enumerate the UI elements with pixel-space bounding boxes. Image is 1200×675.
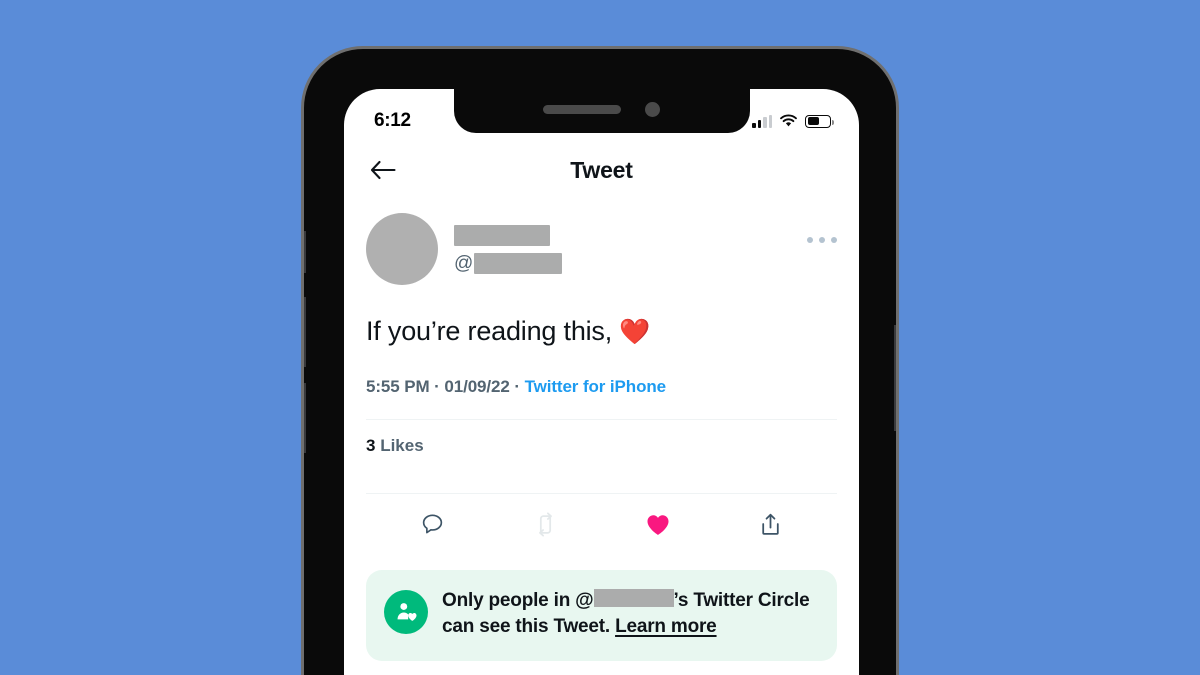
status-bar-time: 6:12 — [374, 110, 411, 131]
likes-summary[interactable]: 3 Likes — [366, 420, 837, 471]
front-camera-icon — [645, 101, 660, 117]
iphone-device-frame: 6:12 Tweet @ If you’re reading this, ❤️ … — [301, 46, 899, 675]
heart-filled-icon — [647, 515, 669, 535]
signal-bars-icon — [752, 114, 772, 128]
back-arrow-icon — [370, 160, 396, 180]
battery-icon — [805, 114, 834, 128]
page-title: Tweet — [570, 156, 633, 183]
share-icon — [762, 514, 779, 536]
tweet-detail-content: @ If you’re reading this, ❤️ 5:55 PM · 0… — [344, 201, 859, 675]
display-name-redacted — [454, 224, 550, 246]
status-bar-icons — [752, 114, 834, 128]
back-button[interactable] — [366, 153, 400, 187]
reply-button[interactable] — [412, 508, 452, 542]
tweet-metadata: 5:55 PM · 01/09/22 · Twitter for iPhone — [366, 377, 837, 397]
tweet-actions-row — [366, 494, 837, 556]
avatar[interactable] — [366, 213, 438, 285]
device-notch — [453, 89, 750, 133]
handle-redacted — [474, 252, 563, 274]
author-identity: @ — [454, 224, 563, 274]
learn-more-link[interactable]: Learn more — [615, 616, 717, 637]
circle-text-part-1: Only people in @ — [442, 589, 594, 611]
tweet-source-link[interactable]: Twitter for iPhone — [525, 377, 667, 396]
circle-handle-redacted — [593, 588, 674, 607]
tweet-author-row: @ — [366, 201, 837, 285]
silent-switch[interactable] — [304, 231, 306, 273]
likes-count: 3 — [366, 435, 376, 455]
meta-separator-2: · — [509, 376, 525, 396]
volume-up-button[interactable] — [304, 297, 306, 367]
likes-label: Likes — [380, 435, 424, 455]
power-button[interactable] — [894, 325, 896, 431]
tweet-text: If you’re reading this, ❤️ — [366, 315, 837, 349]
tweet-text-content: If you’re reading this, — [366, 316, 620, 346]
meta-separator-1: · — [429, 376, 445, 396]
twitter-circle-banner: Only people in @’s Twitter Circle can se… — [366, 569, 837, 661]
twitter-circle-icon — [384, 589, 428, 634]
tweet-date: 01/09/22 — [444, 376, 510, 396]
more-options-icon[interactable] — [807, 237, 837, 243]
navigation-header: Tweet — [344, 139, 859, 201]
like-button[interactable] — [638, 508, 678, 542]
phone-screen: 6:12 Tweet @ If you’re reading this, ❤️ … — [344, 89, 859, 675]
circle-banner-text: Only people in @’s Twitter Circle can se… — [442, 588, 819, 641]
retweet-icon — [538, 512, 552, 537]
volume-down-button[interactable] — [304, 383, 306, 453]
wifi-icon — [780, 114, 797, 127]
handle-line: @ — [454, 252, 563, 274]
tweet-time: 5:55 PM — [366, 376, 430, 396]
reply-icon — [422, 514, 443, 534]
earpiece-speaker-icon — [543, 104, 621, 114]
heart-emoji-icon: ❤️ — [619, 318, 651, 346]
person-heart-icon — [397, 603, 416, 622]
retweet-button[interactable] — [525, 508, 565, 542]
at-symbol: @ — [454, 252, 474, 274]
share-button[interactable] — [751, 508, 791, 542]
